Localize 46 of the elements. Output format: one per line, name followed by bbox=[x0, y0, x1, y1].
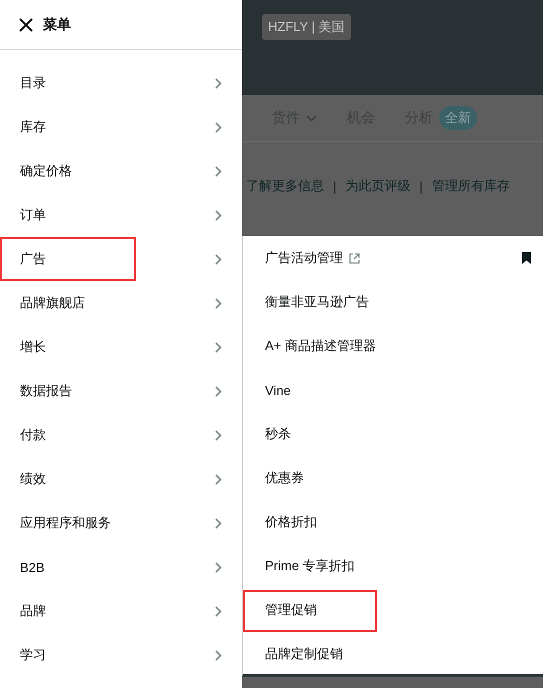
submenu-item[interactable]: Vine bbox=[243, 368, 543, 412]
submenu-item[interactable]: 优惠券 bbox=[243, 456, 543, 500]
menu-item[interactable]: 广告 bbox=[0, 237, 242, 281]
link-separator: | bbox=[333, 178, 336, 194]
chevron-right-icon bbox=[215, 518, 222, 528]
menu-item[interactable]: 学习 bbox=[0, 633, 242, 677]
submenu-item[interactable]: A+ 商品描述管理器 bbox=[243, 324, 543, 368]
chevron-right-icon bbox=[215, 606, 222, 616]
menu-item[interactable]: 目录 bbox=[0, 61, 242, 105]
chevron-right-icon bbox=[215, 342, 222, 352]
menu-item[interactable]: 订单 bbox=[0, 193, 242, 237]
chevron-right-icon bbox=[215, 298, 222, 308]
submenu-item[interactable]: 价格折扣 bbox=[243, 500, 543, 544]
menu-item[interactable]: 应用程序和服务 bbox=[0, 501, 242, 545]
menu-item[interactable]: B2B bbox=[0, 545, 242, 589]
chevron-right-icon bbox=[215, 122, 222, 132]
menu-title: 菜单 bbox=[43, 16, 71, 34]
close-icon[interactable] bbox=[19, 18, 33, 32]
submenu-item[interactable]: 秒杀 bbox=[243, 412, 543, 456]
menu-item[interactable]: 绩效 bbox=[0, 457, 242, 501]
chevron-down-icon bbox=[306, 114, 317, 122]
menu-item[interactable]: 付款 bbox=[0, 413, 242, 457]
chevron-right-icon bbox=[215, 210, 222, 220]
link-separator: | bbox=[419, 178, 423, 194]
chevron-right-icon bbox=[215, 78, 222, 88]
account-badge[interactable]: HZFLY | 美国 bbox=[262, 14, 351, 40]
menu-item[interactable]: 增长 bbox=[0, 325, 242, 369]
submenu-item[interactable]: 品牌定制促销 bbox=[243, 632, 543, 676]
chevron-right-icon bbox=[215, 562, 222, 572]
chevron-right-icon bbox=[215, 430, 222, 440]
chevron-right-icon bbox=[215, 166, 222, 176]
menu-item[interactable]: 库存 bbox=[0, 105, 242, 149]
menu-item[interactable]: 品牌旗舰店 bbox=[0, 281, 242, 325]
submenu-item[interactable]: 衡量非亚马逊广告 bbox=[243, 280, 543, 324]
bookmark-icon[interactable] bbox=[522, 252, 531, 264]
menu-item[interactable]: 数据报告 bbox=[0, 369, 242, 413]
chevron-right-icon bbox=[215, 254, 222, 264]
chevron-right-icon bbox=[215, 386, 222, 396]
chevron-right-icon bbox=[215, 474, 222, 484]
new-badge: 全新 bbox=[439, 106, 477, 130]
menu-item[interactable]: 品牌 bbox=[0, 589, 242, 633]
chevron-right-icon bbox=[215, 650, 222, 660]
submenu-item[interactable]: 管理促销 bbox=[243, 588, 543, 632]
submenu-item[interactable]: 广告活动管理 bbox=[243, 236, 543, 280]
submenu-item[interactable]: Prime 专享折扣 bbox=[243, 544, 543, 588]
menu-item[interactable]: 确定价格 bbox=[0, 149, 242, 193]
